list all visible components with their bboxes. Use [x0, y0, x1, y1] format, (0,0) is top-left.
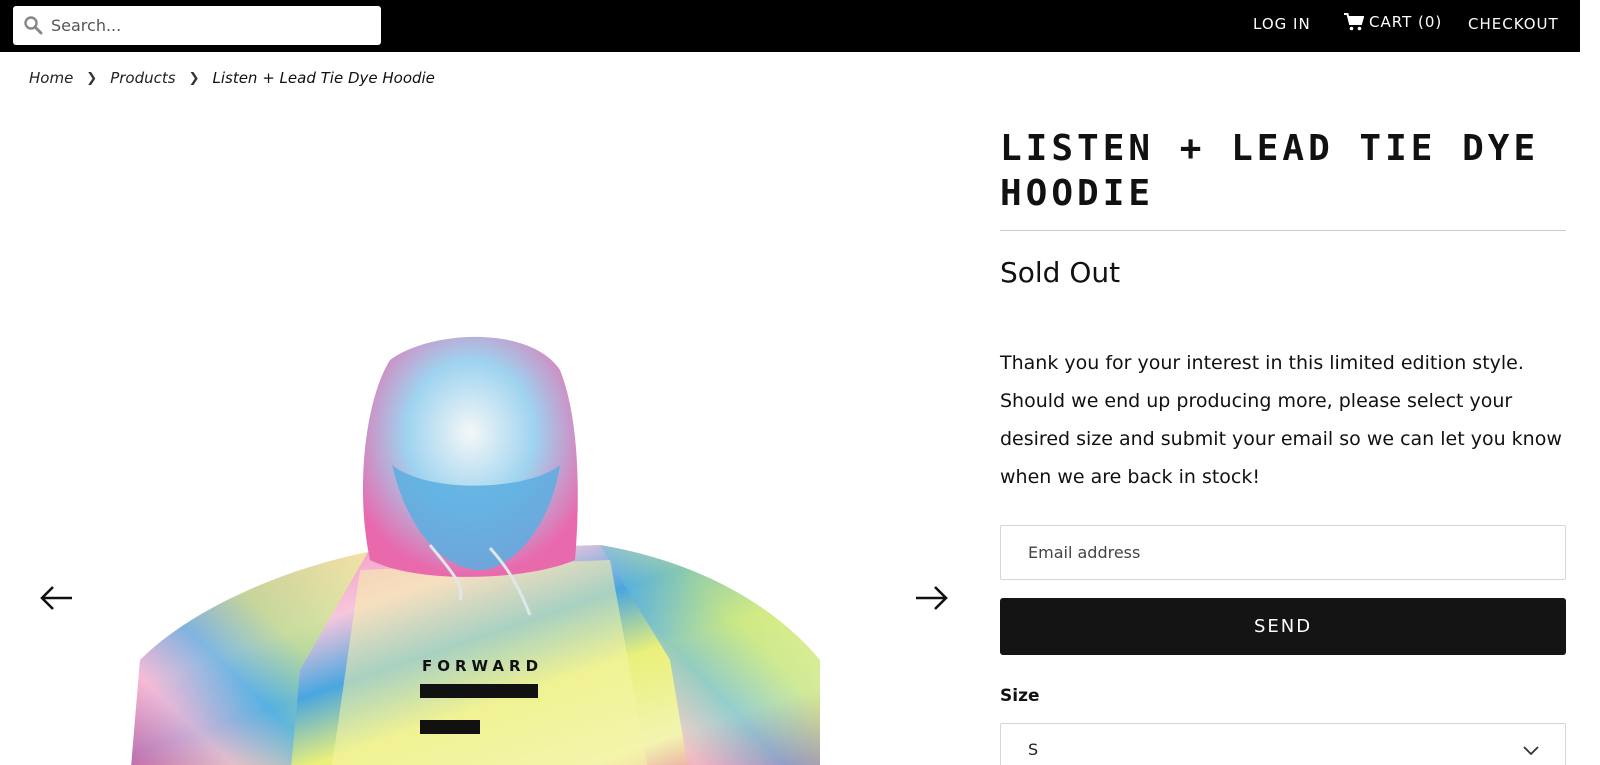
- arrow-left-icon[interactable]: [38, 584, 74, 612]
- chevron-right-icon: ❯: [188, 70, 200, 86]
- product-description: Thank you for your interest in this limi…: [1000, 352, 1562, 488]
- arrow-right-icon[interactable]: [914, 584, 950, 612]
- size-value: S: [1028, 740, 1039, 759]
- search-input[interactable]: [51, 6, 371, 45]
- breadcrumb: Home ❯ Products ❯ Listen + Lead Tie Dye …: [29, 69, 435, 87]
- search-box[interactable]: [13, 6, 381, 45]
- stock-status: Sold Out: [1000, 256, 1121, 289]
- breadcrumb-current: Listen + Lead Tie Dye Hoodie: [212, 69, 435, 87]
- email-field[interactable]: [1000, 525, 1566, 580]
- chevron-right-icon: ❯: [86, 70, 98, 86]
- product-title: LISTEN + LEAD TIE DYE HOODIE: [1000, 128, 1540, 214]
- cart-label: CART (0): [1369, 13, 1443, 31]
- divider: [1000, 230, 1566, 231]
- send-button[interactable]: SEND: [1000, 598, 1566, 655]
- print-text: FORWARD: [422, 657, 543, 675]
- search-icon: [24, 16, 43, 35]
- product-gallery: FORWARD: [0, 110, 960, 765]
- product-image: FORWARD: [131, 336, 820, 765]
- top-bar: LOG IN CART (0) CHECKOUT: [0, 0, 1580, 52]
- cart-link[interactable]: CART (0): [1344, 13, 1442, 31]
- breadcrumb-home[interactable]: Home: [29, 69, 73, 87]
- size-select[interactable]: S: [1000, 723, 1566, 765]
- checkout-link[interactable]: CHECKOUT: [1468, 15, 1559, 33]
- login-link[interactable]: LOG IN: [1253, 15, 1311, 33]
- size-label: Size: [1000, 686, 1040, 706]
- cart-icon: [1344, 13, 1364, 31]
- breadcrumb-products[interactable]: Products: [110, 69, 175, 87]
- chevron-down-icon: [1523, 746, 1539, 756]
